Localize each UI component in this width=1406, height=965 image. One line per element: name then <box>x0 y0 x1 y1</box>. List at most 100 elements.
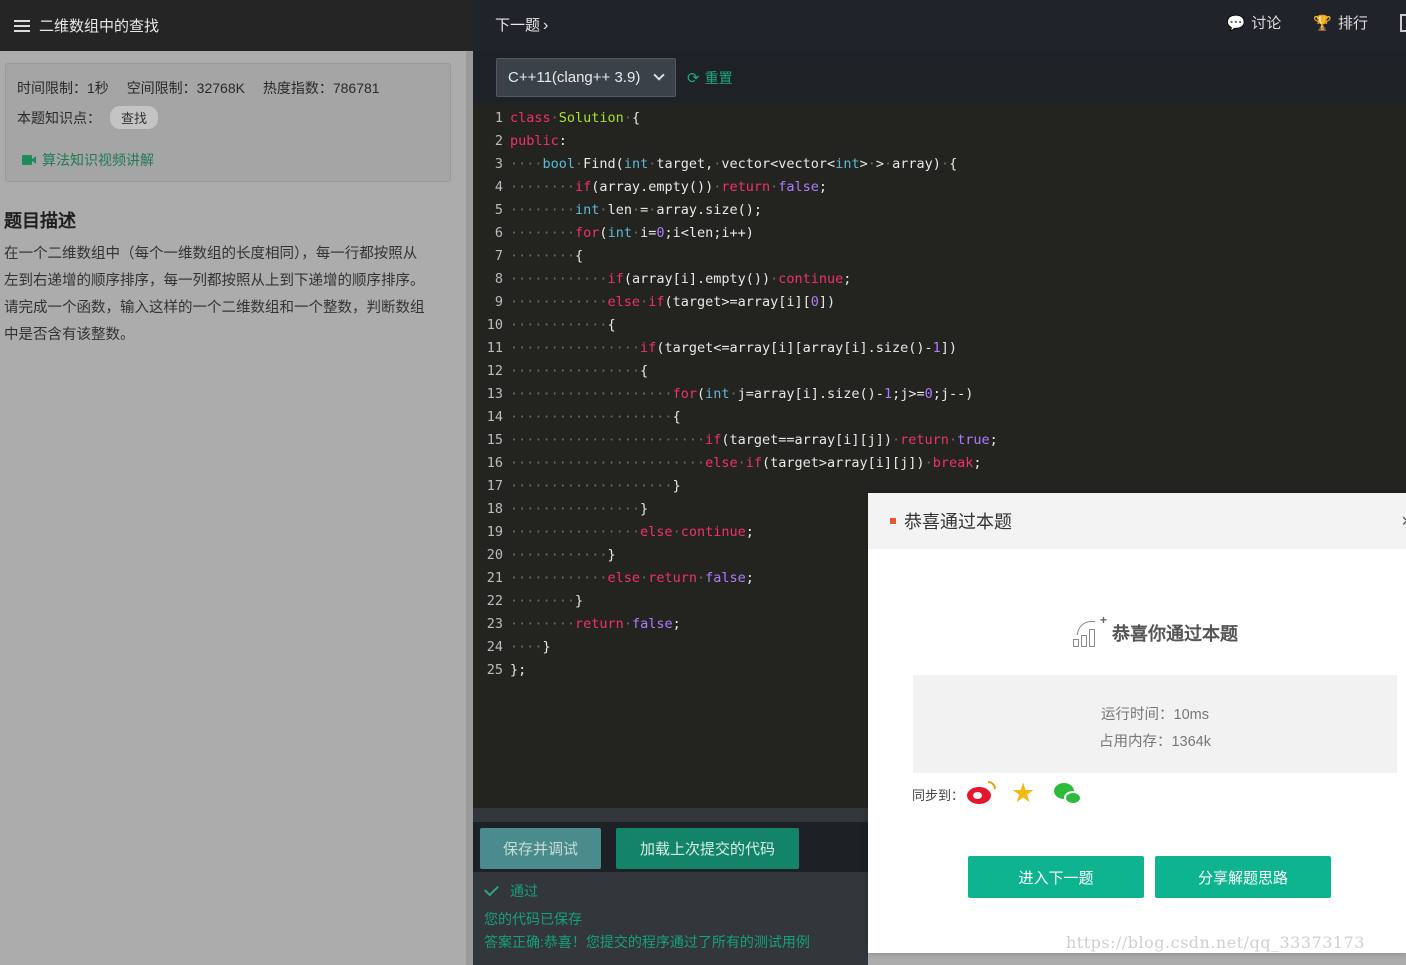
discuss-label: 讨论 <box>1251 15 1282 32</box>
heat-index: 热度指数：786781 <box>262 80 380 96</box>
code-line: 13 ····················for(int·j=array[i]… <box>473 383 1406 406</box>
code-line: 10 ············{ <box>473 314 1406 337</box>
code-line: 8 ············if(array[i].empty())·contin… <box>473 268 1406 291</box>
problem-title-bar: 二维数组中的查找 <box>0 0 473 51</box>
line-number: 11 <box>486 340 503 356</box>
video-camera-icon <box>22 155 36 165</box>
code-line: 1 class·Solution·{ <box>473 107 1406 130</box>
line-number: 18 <box>486 501 503 517</box>
panel-resize-handle[interactable] <box>466 51 473 965</box>
reset-label: 重置 <box>704 70 733 86</box>
comment-icon: 💬 <box>1226 14 1246 32</box>
next-problem-label: 下一题 <box>495 17 541 34</box>
line-number: 9 <box>494 294 503 310</box>
code-line: 12 ················{ <box>473 360 1406 383</box>
line-number: 25 <box>486 662 503 678</box>
result-panel: 通过 您的代码已保存 答案正确:恭喜！您提交的程序通过了所有的测试用例 <box>473 872 868 965</box>
saved-message: 您的代码已保存 <box>484 911 582 927</box>
line-number: 8 <box>494 271 503 287</box>
next-problem-button[interactable]: 进入下一题 <box>968 856 1144 898</box>
code-line: 14 ····················{ <box>473 406 1406 429</box>
problem-info-box: 时间限制：1秒 空间限制：32768K 热度指数：786781 本题知识点： 查… <box>5 63 451 182</box>
share-solution-button[interactable]: 分享解题思路 <box>1155 856 1331 898</box>
pass-status: 通过 <box>484 881 538 901</box>
refresh-icon: ⟳ <box>687 70 700 87</box>
correct-message: 答案正确:恭喜！您提交的程序通过了所有的测试用例 <box>484 934 810 950</box>
dialog-header: 恭喜通过本题 × <box>868 493 1406 549</box>
line-number: 16 <box>486 455 503 471</box>
fullscreen-icon[interactable] <box>1400 13 1406 32</box>
time-limit: 时间限制：1秒 <box>17 80 109 96</box>
save-debug-button[interactable]: 保存并调试 <box>480 828 601 869</box>
title-marker-icon <box>890 518 896 524</box>
editor-toolbar: C++11(clang++ 3.9) ⟳ 重置 <box>473 51 1406 104</box>
code-line: 16 ························else·if(target… <box>473 452 1406 475</box>
line-number: 24 <box>486 639 503 655</box>
line-number: 5 <box>494 202 503 218</box>
knowledge-label: 本题知识点： <box>17 109 101 126</box>
chevron-right-icon: › <box>543 17 549 34</box>
description-line: 中是否含有该整数。 <box>4 327 135 343</box>
description-text: 在一个二维数组中（每个一维数组的长度相同），每一行都按照从 左到右递增的顺序排序… <box>4 241 456 349</box>
congrats-heading: + 恭喜你通过本题 <box>1073 613 1238 647</box>
language-select[interactable]: C++11(clang++ 3.9) <box>496 58 676 97</box>
line-number: 19 <box>486 524 503 540</box>
description-line: 请完成一个函数，输入这样的一个二维数组和一个整数，判断数组 <box>4 300 425 316</box>
dialog-title: 恭喜通过本题 <box>904 512 1012 532</box>
space-limit: 空间限制：32768K <box>126 80 245 96</box>
video-lecture-label: 算法知识视频讲解 <box>42 152 154 168</box>
line-number: 10 <box>486 317 503 333</box>
runtime-value: 运行时间：10ms <box>1101 707 1209 723</box>
discuss-button[interactable]: 💬 讨论 <box>1227 12 1282 33</box>
check-icon <box>484 881 499 897</box>
language-value: C++11(clang++ 3.9) <box>508 69 641 86</box>
line-number: 1 <box>494 110 503 126</box>
line-number: 20 <box>486 547 503 563</box>
code-line: 2 public: <box>473 130 1406 153</box>
rank-label: 排行 <box>1337 15 1368 32</box>
rank-button[interactable]: 🏆 排行 <box>1313 12 1368 33</box>
video-lecture-link[interactable]: 算法知识视频讲解 <box>17 150 439 170</box>
line-number: 22 <box>486 593 503 609</box>
growth-chart-icon: + <box>1073 613 1107 647</box>
load-last-submission-button[interactable]: 加载上次提交的代码 <box>616 828 799 869</box>
line-number: 2 <box>494 133 503 149</box>
next-problem-link[interactable]: 下一题 › <box>495 14 548 35</box>
code-line: 3 ····bool·Find(int·target,·vector<vector… <box>473 153 1406 176</box>
line-number: 12 <box>486 363 503 379</box>
pass-label: 通过 <box>510 883 538 899</box>
line-number: 4 <box>494 179 503 195</box>
qzone-icon[interactable]: ★ <box>1010 780 1040 807</box>
line-number: 17 <box>486 478 503 494</box>
line-number: 3 <box>494 156 503 172</box>
description-line: 在一个二维数组中（每个一维数组的长度相同），每一行都按照从 <box>4 246 418 262</box>
code-line: 9 ············else·if(target>=array[i][0]… <box>473 291 1406 314</box>
share-sync-row: 同步到： ★ <box>912 780 1084 807</box>
problem-panel: 时间限制：1秒 空间限制：32768K 热度指数：786781 本题知识点： 查… <box>0 51 466 965</box>
watermark: https://blog.csdn.net/qq_33373173 <box>1066 933 1365 952</box>
code-line: 11 ················if(target<=array[i][ar… <box>473 337 1406 360</box>
editor-scrollbar[interactable] <box>473 808 868 822</box>
reset-button[interactable]: ⟳ 重置 <box>687 68 733 88</box>
line-number: 7 <box>494 248 503 264</box>
trophy-icon: 🏆 <box>1313 14 1332 32</box>
sync-label: 同步到： <box>912 787 965 803</box>
code-line: 15 ························if(target==arr… <box>473 429 1406 452</box>
code-line: 6 ········for(int·i=0;i<len;i++) <box>473 222 1406 245</box>
weibo-icon[interactable] <box>966 781 997 807</box>
description-line: 左到右递增的顺序排序，每一列都按照从上到下递增的顺序排序。 <box>4 273 425 289</box>
wechat-icon[interactable] <box>1054 781 1084 807</box>
code-line: 7 ········{ <box>473 245 1406 268</box>
success-dialog: 恭喜通过本题 × + 恭喜你通过本题 运行时间：10ms 占用内存：1364k … <box>868 493 1406 953</box>
action-bar: 保存并调试 加载上次提交的代码 <box>473 822 868 872</box>
list-icon[interactable] <box>14 19 30 32</box>
memory-value: 占用内存：1364k <box>1098 734 1211 750</box>
congrats-text: 恭喜你通过本题 <box>1112 624 1238 644</box>
knowledge-tag[interactable]: 查找 <box>110 106 159 129</box>
line-number: 6 <box>494 225 503 241</box>
close-icon[interactable]: × <box>1401 511 1406 532</box>
description-heading: 题目描述 <box>4 211 76 231</box>
line-number: 13 <box>486 386 503 402</box>
chevron-down-icon <box>653 69 665 81</box>
line-number: 14 <box>486 409 503 425</box>
